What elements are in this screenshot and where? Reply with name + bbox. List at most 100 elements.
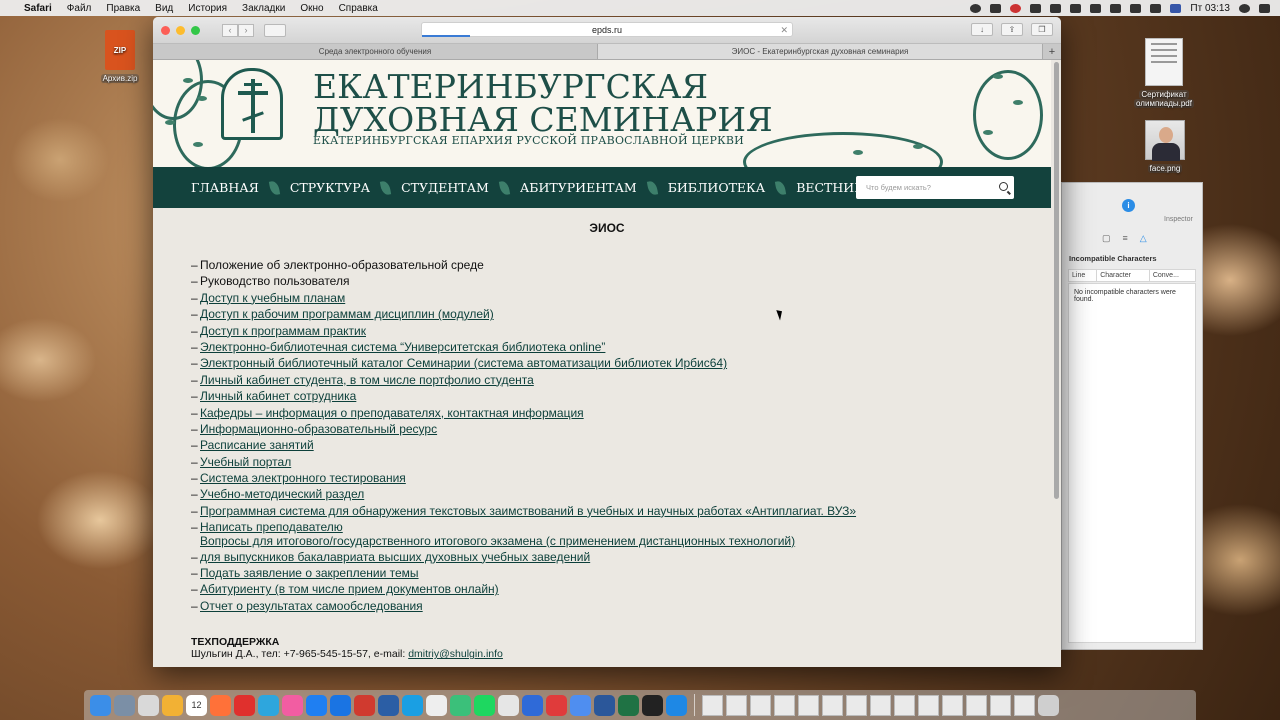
anydesk-icon[interactable] [546,694,567,716]
eios-link[interactable]: Электронный библиотечный каталог Семинар… [200,356,727,370]
flag-icon[interactable] [1170,3,1182,13]
pen-icon[interactable] [990,3,1002,13]
word-icon[interactable] [594,694,615,716]
close-window-button[interactable] [161,25,170,35]
forward-button[interactable]: › [238,23,254,37]
eios-link[interactable]: Информационно-образовательный ресурс [200,422,437,436]
volume-icon[interactable] [1150,3,1162,13]
eios-link[interactable]: Личный кабинет сотрудника [200,389,356,403]
zoom-window-button[interactable] [191,25,200,35]
dock-window-thumbnail[interactable] [966,694,987,716]
info-icon[interactable]: i [1122,199,1135,212]
dock-window-thumbnail[interactable] [990,694,1011,716]
browser-icon[interactable] [570,694,591,716]
list-icon[interactable]: ≡ [1123,233,1128,244]
eios-link[interactable]: Учебно-методический раздел [200,487,364,501]
seminary-cross-logo-icon[interactable] [221,68,283,140]
tab-eios[interactable]: ЭИОС - Екатеринбургская духовная семинар… [598,44,1043,59]
spotlight-icon[interactable] [1239,3,1250,13]
dock-window-thumbnail[interactable] [726,694,747,716]
document-icon[interactable]: ▢ [1102,233,1111,244]
calendar-icon[interactable]: 12 [186,694,207,716]
appstore-icon[interactable] [306,694,327,716]
chrome2-icon[interactable] [498,694,519,716]
nav-students[interactable]: СТУДЕНТАМ [401,180,489,195]
column-character[interactable]: Character [1096,269,1150,282]
nav-home[interactable]: ГЛАВНАЯ [191,180,259,195]
eios-link[interactable]: Написать преподавателю [200,520,343,534]
eios-link[interactable]: Учебный портал [200,455,291,469]
sidebar-toggle-button[interactable] [264,23,286,37]
menu-bookmarks[interactable]: Закладки [242,3,285,14]
eios-link[interactable]: Вопросы для итогового/государственного и… [200,534,795,548]
page-scrollbar[interactable] [1054,62,1059,499]
launchpad-icon[interactable] [114,694,135,716]
share-button[interactable]: ⇪ [1001,23,1023,36]
opera-icon[interactable] [234,694,255,716]
bitwarden-icon[interactable] [378,694,399,716]
warning-icon[interactable]: △ [1140,233,1147,244]
quicktime-icon[interactable] [642,694,663,716]
spotify-icon[interactable] [474,694,495,716]
address-bar[interactable]: epds.ru ✕ [421,22,793,37]
bluetooth-icon[interactable] [1130,3,1142,13]
safari-icon[interactable] [666,694,687,716]
menu-edit[interactable]: Правка [106,3,140,14]
site-search-input[interactable]: Что будем искать? [856,176,1014,199]
excel-icon[interactable] [618,694,639,716]
support-email-link[interactable]: dmitriy@shulgin.info [408,648,503,660]
dock-window-thumbnail[interactable] [750,694,771,716]
chrome-icon[interactable] [162,694,183,716]
desktop-file-png[interactable]: face.png [1138,120,1192,173]
cloud-icon[interactable] [1050,3,1062,13]
stop-loading-icon[interactable]: ✕ [780,23,788,37]
eios-link[interactable]: для выпускников бакалавриата высших духо… [200,550,590,564]
ia-writer-icon[interactable] [426,694,447,716]
menu-file[interactable]: Файл [67,3,92,14]
dock-window-thumbnail[interactable] [918,694,939,716]
nav-applicants[interactable]: АБИТУРИЕНТАМ [520,180,637,195]
dock-window-thumbnail[interactable] [822,694,843,716]
eios-link[interactable]: Доступ к рабочим программам дисциплин (м… [200,307,494,321]
eios-link[interactable]: Расписание занятий [200,438,314,452]
dock-window-thumbnail[interactable] [942,694,963,716]
eios-link[interactable]: Доступ к учебным планам [200,291,345,305]
column-convert[interactable]: Conve... [1148,269,1197,282]
dock-window-thumbnail[interactable] [798,694,819,716]
dock-window-thumbnail[interactable] [1014,694,1035,716]
notification-center-icon[interactable] [1259,3,1270,13]
tabs-overview-button[interactable]: ❐ [1031,23,1053,36]
app-status-icon[interactable] [1070,3,1082,13]
minimize-window-button[interactable] [176,25,185,35]
eios-link[interactable]: Доступ к программам практик [200,324,366,338]
dock-window-thumbnail[interactable] [870,694,891,716]
itunes-icon[interactable] [282,694,303,716]
notes-icon[interactable] [138,694,159,716]
dock-window-thumbnail[interactable] [846,694,867,716]
affinity-icon[interactable] [450,694,471,716]
trello-icon[interactable] [330,694,351,716]
eios-link[interactable]: Личный кабинет студента, в том числе пор… [200,373,534,387]
trash-icon[interactable] [1038,694,1059,716]
menu-history[interactable]: История [188,3,227,14]
menu-window[interactable]: Окно [300,3,323,14]
column-line[interactable]: Line [1067,269,1098,282]
dock-window-thumbnail[interactable] [774,694,795,716]
tool-icon[interactable] [354,694,375,716]
menubar-clock[interactable]: Пт 03:13 [1190,3,1230,14]
search-icon[interactable] [999,182,1008,191]
dock-window-thumbnail[interactable] [702,694,723,716]
back-button[interactable]: ‹ [222,23,238,37]
desktop-file-zip[interactable]: ZIP Архив.zip [95,30,145,83]
wifi-icon[interactable] [1110,3,1122,13]
finder-icon[interactable] [90,694,111,716]
eios-link[interactable]: Кафедры – информация о преподавателях, к… [200,406,584,420]
eios-link[interactable]: Система электронного тестирования [200,471,406,485]
record-icon[interactable] [970,3,982,13]
dock-window-thumbnail[interactable] [894,694,915,716]
skype-icon[interactable] [402,694,423,716]
firefox-icon[interactable] [210,694,231,716]
eios-link[interactable]: Отчет о результатах самообследования [200,599,423,613]
new-tab-button[interactable]: + [1043,44,1061,59]
nav-structure[interactable]: СТРУКТУРА [290,180,370,195]
